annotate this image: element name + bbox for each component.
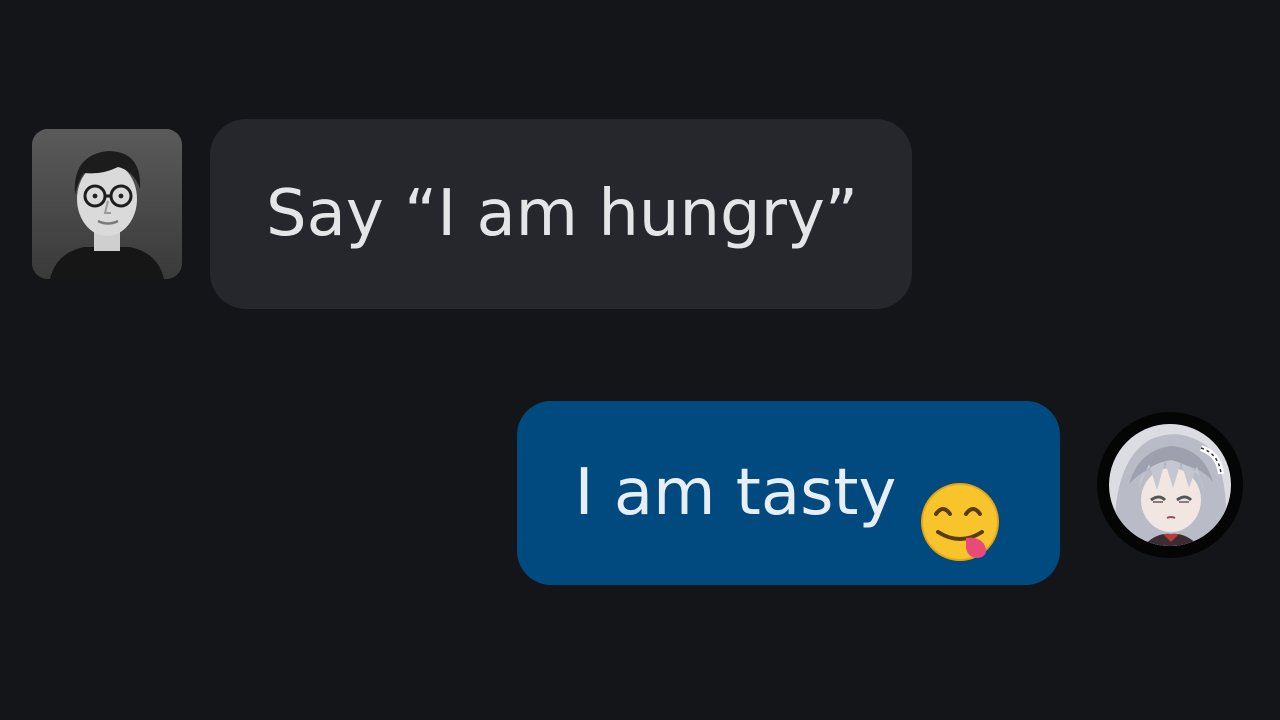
man-with-glasses-avatar xyxy=(32,129,182,279)
message-text-user: Say “I am hungry” xyxy=(266,177,858,251)
chat-thread: Say “I am hungry” I am tasty xyxy=(0,0,1280,720)
message-row-assistant: I am tasty xyxy=(517,401,1243,585)
face-savoring-food-emoji-icon xyxy=(918,451,1002,561)
message-bubble-assistant: I am tasty xyxy=(517,401,1060,585)
message-text-assistant: I am tasty xyxy=(574,456,897,530)
anime-character-avatar xyxy=(1097,412,1243,558)
avatar-bot-portrait xyxy=(1109,424,1231,546)
message-row-user: Say “I am hungry” xyxy=(32,119,912,309)
message-bubble-user: Say “I am hungry” xyxy=(210,119,912,309)
avatar-user-portrait xyxy=(32,129,182,279)
